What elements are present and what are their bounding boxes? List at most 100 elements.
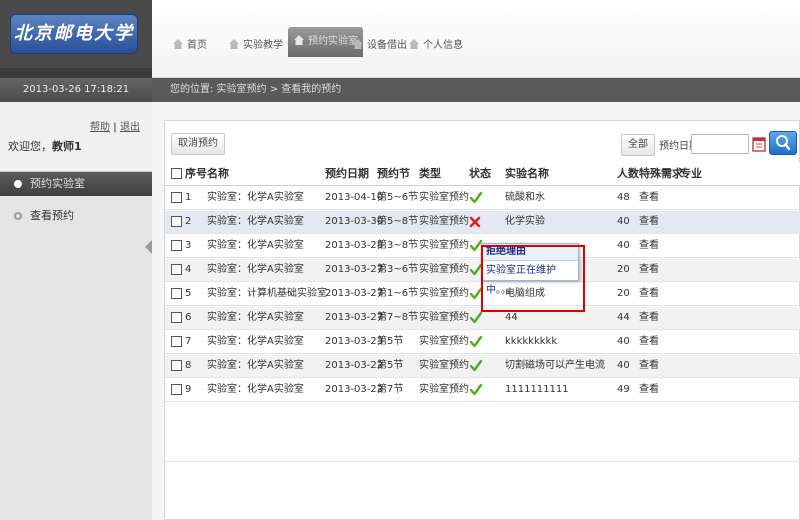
col-type: 类型 bbox=[419, 167, 441, 180]
cell-id: 4 bbox=[185, 264, 192, 275]
row-checkbox[interactable] bbox=[171, 360, 182, 371]
cell-name: 实验室：化学A实验室 bbox=[207, 216, 304, 227]
search-button[interactable] bbox=[769, 131, 797, 155]
nav-home[interactable]: 首页 bbox=[172, 36, 207, 56]
row-checkbox[interactable] bbox=[171, 288, 182, 299]
sidebar-item-label: 预约实验室 bbox=[30, 177, 85, 190]
cell-count: 40 bbox=[617, 240, 630, 251]
home-icon bbox=[353, 39, 363, 49]
cell-name: 实验室：化学A实验室 bbox=[207, 384, 304, 395]
select-all-checkbox[interactable] bbox=[171, 168, 182, 179]
current-datetime: 2013-03-26 17:18:21 bbox=[0, 78, 152, 102]
logout-link[interactable]: 退出 bbox=[120, 122, 140, 133]
view-request-link[interactable]: 查看 bbox=[639, 235, 659, 257]
university-logo[interactable]: 北京邮电大学 bbox=[10, 14, 138, 54]
view-request-link[interactable]: 查看 bbox=[639, 259, 659, 281]
nav-profile[interactable]: 个人信息 bbox=[408, 36, 463, 56]
nav-equipment[interactable]: 设备借出 bbox=[352, 36, 407, 56]
cell-date: 2013-03-23 bbox=[325, 336, 384, 347]
view-request-link[interactable]: 查看 bbox=[639, 211, 659, 233]
cell-status bbox=[469, 355, 485, 382]
welcome-prefix: 欢迎您， bbox=[8, 140, 52, 153]
table-row: 6 实验室：化学A实验室 2013-03-27 第7~8节 实验室预约 44 44 查看 bbox=[165, 307, 800, 330]
cell-experiment: kkkkkkkkk bbox=[505, 336, 558, 347]
table-row: 2 实验室：化学A实验室 2013-03-30 第5~8节 实验室预约 化学实验 40 查看 bbox=[165, 211, 800, 234]
user-links: 帮助 | 退出 bbox=[90, 118, 140, 133]
col-major: 专业 bbox=[680, 167, 702, 180]
nav-equipment-label: 设备借出 bbox=[367, 40, 407, 51]
approved-check-icon bbox=[469, 359, 483, 372]
date-filter-input[interactable] bbox=[691, 134, 749, 154]
view-request-link[interactable]: 查看 bbox=[639, 283, 659, 305]
cell-type: 实验室预约 bbox=[419, 336, 469, 347]
cell-date: 2013-04-10 bbox=[325, 192, 384, 203]
help-link[interactable]: 帮助 bbox=[90, 122, 110, 133]
calendar-icon[interactable] bbox=[752, 135, 766, 153]
cell-id: 7 bbox=[185, 336, 192, 347]
cell-section: 第3~6节 bbox=[377, 264, 419, 275]
col-experiment: 实验名称 bbox=[505, 167, 549, 180]
sidebar: 2013-03-26 17:18:21 帮助 | 退出 欢迎您，教师1 预约实验… bbox=[0, 78, 152, 520]
cell-date: 2013-03-30 bbox=[325, 216, 384, 227]
view-request-link[interactable]: 查看 bbox=[639, 379, 659, 401]
bullet-icon bbox=[14, 212, 22, 220]
approved-check-icon bbox=[469, 311, 483, 324]
view-request-link[interactable]: 查看 bbox=[639, 307, 659, 329]
cancel-booking-button[interactable]: 取消预约 bbox=[171, 133, 225, 155]
cell-experiment: 化学实验 bbox=[505, 216, 545, 227]
cell-date: 2013-03-27 bbox=[325, 288, 384, 299]
nav-lab-booking-label: 预约实验室 bbox=[308, 36, 358, 47]
row-checkbox[interactable] bbox=[171, 216, 182, 227]
collapse-arrow-icon[interactable] bbox=[145, 240, 152, 254]
cell-experiment: 44 bbox=[505, 312, 518, 323]
home-icon bbox=[173, 39, 183, 49]
table-row: 1 实验室：化学A实验室 2013-04-10 第5~6节 实验室预约 硫酸和水 48 查看 bbox=[165, 187, 800, 210]
cell-experiment: 硫酸和水 bbox=[505, 192, 545, 203]
cell-count: 40 bbox=[617, 336, 630, 347]
table-row: 8 实验室：化学A实验室 2013-03-22 第5节 实验室预约 切割磁场可以产生电流 4… bbox=[165, 355, 800, 378]
approved-check-icon bbox=[469, 335, 483, 348]
cell-section: 第3~8节 bbox=[377, 240, 419, 251]
row-checkbox[interactable] bbox=[171, 312, 182, 323]
cell-section: 第1~6节 bbox=[377, 288, 419, 299]
cell-status bbox=[469, 283, 485, 310]
cell-count: 20 bbox=[617, 288, 630, 299]
cell-date: 2013-03-22 bbox=[325, 360, 384, 371]
row-checkbox[interactable] bbox=[171, 240, 182, 251]
cell-status bbox=[469, 379, 485, 406]
row-checkbox[interactable] bbox=[171, 192, 182, 203]
row-checkbox[interactable] bbox=[171, 384, 182, 395]
cell-experiment: 1111111111 bbox=[505, 384, 569, 395]
cell-name: 实验室：化学A实验室 bbox=[207, 240, 304, 251]
cell-status bbox=[469, 307, 485, 334]
cell-id: 3 bbox=[185, 240, 192, 251]
cell-name: 实验室：计算机基础实验室 bbox=[207, 288, 327, 299]
cell-status bbox=[469, 211, 485, 237]
view-request-link[interactable]: 查看 bbox=[639, 331, 659, 353]
row-checkbox[interactable] bbox=[171, 336, 182, 347]
cell-count: 48 bbox=[617, 192, 630, 203]
all-button[interactable]: 全部 bbox=[621, 134, 655, 156]
sidebar-item-view-bookings[interactable]: 查看预约 bbox=[0, 204, 152, 228]
cell-status bbox=[469, 331, 485, 358]
main-content: 取消预约 全部 预约日期 序号 名称 预约日期 预约节 类型 状态 实验名称 人… bbox=[152, 102, 800, 520]
link-separator: | bbox=[113, 122, 117, 133]
cell-experiment: 切割磁场可以产生电流 bbox=[505, 360, 605, 371]
row-checkbox[interactable] bbox=[171, 264, 182, 275]
nav-teaching[interactable]: 实验教学 bbox=[228, 36, 283, 56]
welcome-text: 欢迎您，教师1 bbox=[8, 138, 82, 154]
view-request-link[interactable]: 查看 bbox=[639, 355, 659, 377]
cell-name: 实验室：化学A实验室 bbox=[207, 360, 304, 371]
rejected-x-icon[interactable] bbox=[469, 216, 481, 228]
sidebar-item-book-lab[interactable]: 预约实验室 bbox=[0, 172, 152, 196]
reject-reason-text: 实验室正在维护中。。。 bbox=[482, 260, 578, 296]
approved-check-icon bbox=[469, 383, 483, 396]
approved-check-icon bbox=[469, 191, 483, 204]
nav-home-label: 首页 bbox=[187, 40, 207, 51]
col-name: 名称 bbox=[207, 167, 229, 180]
cell-id: 9 bbox=[185, 384, 192, 395]
view-request-link[interactable]: 查看 bbox=[639, 187, 659, 209]
col-count: 人数 bbox=[617, 167, 639, 180]
table-row: 5 实验室：计算机基础实验室 2013-03-27 第1~6节 实验室预约 电脑组成 20 查… bbox=[165, 283, 800, 306]
cell-section: 第5节 bbox=[377, 336, 404, 347]
